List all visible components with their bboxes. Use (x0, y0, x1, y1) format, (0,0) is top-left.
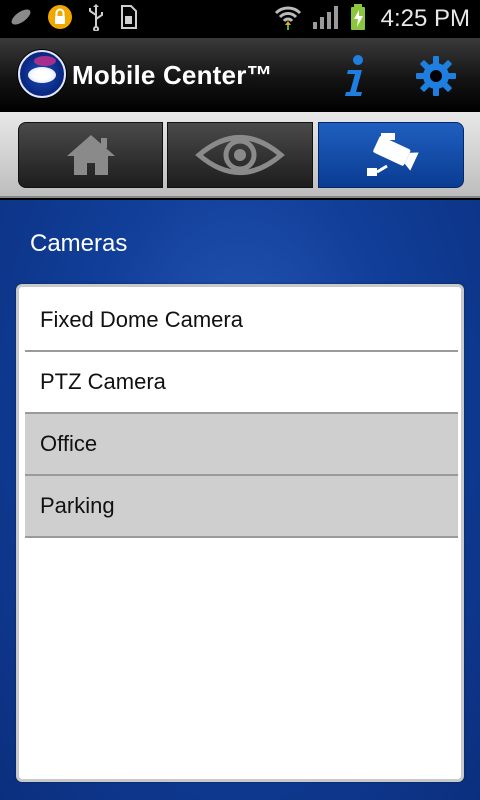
info-icon (345, 55, 363, 96)
usb-icon (86, 3, 106, 35)
list-item-label: PTZ Camera (40, 369, 166, 394)
camera-list-panel[interactable]: Fixed Dome Camera PTZ Camera Office Park… (16, 284, 464, 782)
missed-call-icon (8, 4, 34, 34)
status-time: 4:25 PM (380, 5, 470, 32)
tab-bar (0, 112, 480, 198)
tab-cameras[interactable] (318, 122, 464, 188)
list-item-label: Parking (40, 493, 115, 518)
status-icons-right: 4:25 PM (273, 4, 470, 34)
section-title: Cameras (30, 230, 128, 257)
lock-notification-icon (46, 3, 74, 35)
app-logo (18, 50, 66, 98)
wifi-icon (273, 3, 303, 35)
info-button[interactable] (336, 52, 372, 98)
status-bar: 4:25 PM (0, 0, 480, 38)
list-item[interactable]: Fixed Dome Camera (25, 290, 458, 352)
main-content: Cameras Fixed Dome Camera PTZ Camera Off… (0, 200, 480, 800)
eye-icon (195, 135, 285, 175)
settings-button[interactable] (414, 54, 458, 98)
app-title: Mobile Center™ (72, 60, 273, 90)
battery-charging-icon (349, 3, 367, 35)
signal-icon (311, 4, 341, 34)
tab-home[interactable] (18, 122, 163, 188)
camera-list: Fixed Dome Camera PTZ Camera Office Park… (25, 290, 458, 538)
sd-card-icon (118, 4, 138, 34)
list-item[interactable]: Office (25, 414, 458, 476)
list-item[interactable]: PTZ Camera (25, 352, 458, 414)
status-icons-left (8, 4, 138, 34)
list-item-label: Office (40, 431, 98, 456)
list-item-label: Fixed Dome Camera (40, 307, 243, 332)
list-item[interactable]: Parking (25, 476, 458, 538)
app-header: Mobile Center™ (0, 38, 480, 112)
gear-icon (416, 56, 456, 96)
camera-icon (367, 133, 419, 176)
tab-view[interactable] (167, 122, 313, 188)
home-icon (66, 135, 115, 175)
